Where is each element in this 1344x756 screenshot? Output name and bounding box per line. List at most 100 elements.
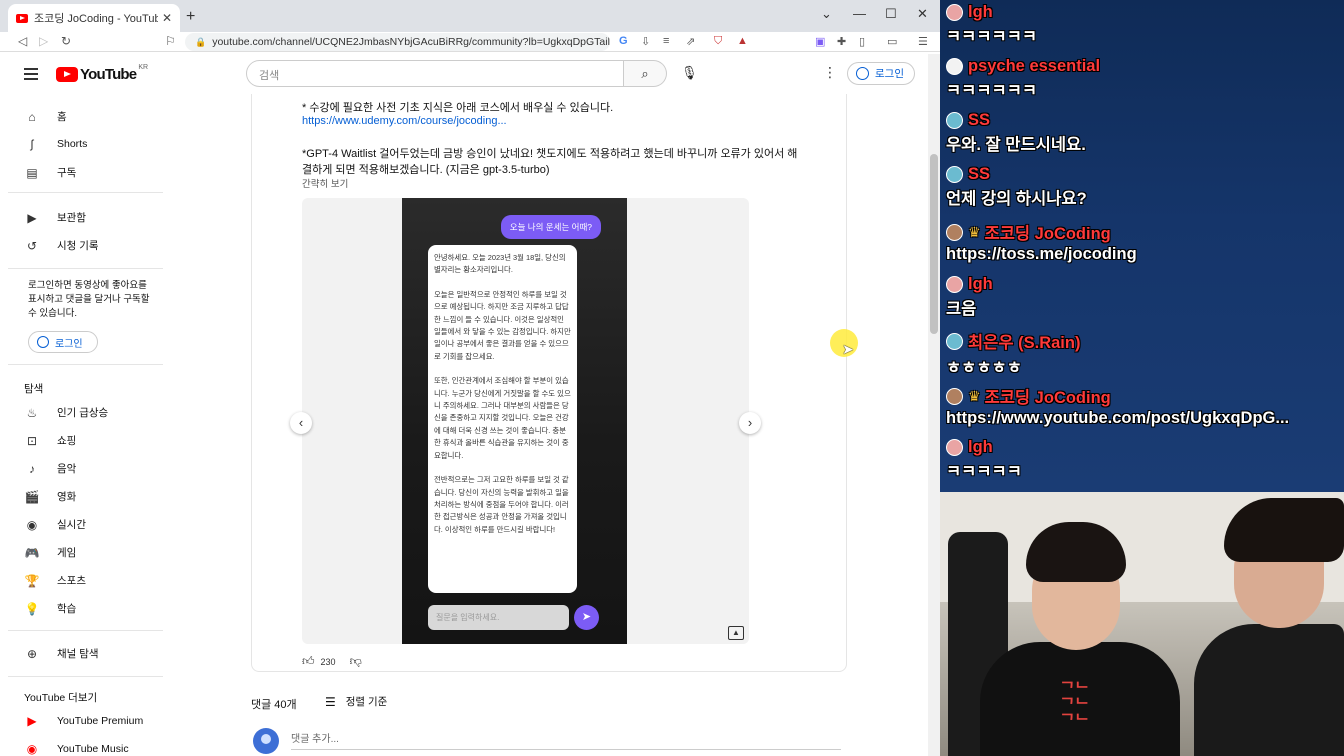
install-icon[interactable]: ⇩ [641, 35, 650, 48]
url-text: youtube.com/channel/UCQNE2JmbasNYbjGAcuB… [212, 36, 610, 48]
avatar [946, 387, 963, 405]
sidebar-login-button[interactable]: 로그인 [28, 331, 98, 353]
sidebar-item-library[interactable]: ▶ 보관함 [24, 210, 86, 225]
sidebar-item-browse-channels[interactable]: ⊕ 채널 탐색 [24, 646, 99, 661]
streamer-left: ᄀᄂ ᄀᄂ ᄀᄂ [980, 522, 1180, 756]
chat-message: lgh 크음 [946, 275, 993, 319]
sidebar-item-sports[interactable]: 🏆 스포츠 [24, 573, 86, 588]
tab-search-icon[interactable]: ⌄ [821, 6, 832, 22]
menu-icon[interactable]: ☰ [918, 35, 928, 48]
add-comment-input[interactable]: 댓글 추가... [291, 730, 841, 750]
logo-text: YouTube [80, 66, 137, 83]
sidebar-item-music[interactable]: ♪ 음악 [24, 461, 76, 476]
chat-user: 최은우 (S.Rain) [968, 334, 1081, 352]
sidebar-item-shorts[interactable]: ʃ Shorts [24, 137, 88, 151]
sort-button[interactable]: ☰ 정렬 기준 [325, 694, 387, 709]
search-button[interactable]: ⌕ [624, 60, 667, 87]
post-link[interactable]: https://www.udemy.com/course/jocoding... [302, 115, 507, 127]
sidebar-item-gaming[interactable]: 🎮 게임 [24, 545, 77, 560]
voice-search-icon[interactable]: 🎙 [681, 65, 698, 81]
sidebar-item-music-app[interactable]: ◉ YouTube Music [24, 742, 129, 756]
answer-bubble: 안녕하세요. 오늘 2023년 3월 18일, 당신의 별자리는 황소자리입니다… [428, 245, 577, 593]
minimize-button[interactable]: — [853, 6, 866, 21]
guide-menu-icon[interactable] [24, 68, 38, 80]
url-field[interactable]: 🔒 youtube.com/channel/UCQNE2JmbasNYbjGAc… [185, 33, 610, 51]
chat-user: lgh [968, 438, 993, 456]
search-input[interactable]: 검색 [246, 60, 624, 87]
google-icon[interactable]: G [619, 35, 628, 47]
show-less-link[interactable]: 간략히 보기 [302, 176, 348, 190]
close-window-button[interactable]: ✕ [917, 6, 928, 22]
sidebar-item-home[interactable]: ⌂ 홈 [24, 109, 66, 124]
reload-icon[interactable]: ↻ [61, 34, 71, 48]
browser-window: 조코딩 JoCoding - YouTube ✕ + ⌄ — ☐ ✕ ◁ ▷ ↻… [0, 0, 940, 756]
pointer-icon: ➤ [842, 341, 854, 357]
wallet-icon[interactable]: ▭ [887, 35, 897, 48]
sidebar-item-subscriptions[interactable]: ▤ 구독 [24, 165, 76, 180]
sidebar-item-movies[interactable]: 🎬 영화 [24, 489, 77, 504]
crown-icon: ♛ [968, 223, 981, 240]
sidebar-item-live[interactable]: ◉ 실시간 [24, 517, 86, 532]
browser-tab[interactable]: 조코딩 JoCoding - YouTube ✕ [8, 4, 180, 32]
chat-user: 조코딩 JoCoding [984, 389, 1111, 407]
stream-chat: lgh ㅋㅋㅋㅋㅋㅋ psyche essential ㅋㅋㅋㅋㅋㅋ SS 우와… [940, 0, 1344, 492]
share-icon[interactable]: ⇗ [686, 35, 695, 48]
sidebar-item-history[interactable]: ↺ 시청 기록 [24, 238, 99, 253]
avatar [946, 276, 963, 293]
extension-m-icon[interactable]: ▣ [815, 35, 825, 48]
live-icon: ◉ [26, 517, 38, 532]
extensions-icon[interactable]: ✚ [837, 35, 846, 48]
screen: 조코딩 JoCoding - YouTube ✕ + ⌄ — ☐ ✕ ◁ ▷ ↻… [0, 0, 1344, 756]
webcam-feed: ᄀᄂ ᄀᄂ ᄀᄂ [940, 492, 1344, 756]
answer-paragraph: 안녕하세요. 오늘 2023년 3월 18일, 당신의 별자리는 황소자리입니다… [434, 253, 566, 275]
dislike-icon[interactable]: 👎︎ [350, 654, 362, 669]
sidebar-item-shopping[interactable]: ⊡ 쇼핑 [24, 433, 76, 448]
back-icon[interactable]: ◁ [18, 34, 27, 48]
sidebar-item-label: YouTube Premium [57, 715, 144, 727]
login-button[interactable]: 로그인 [847, 62, 915, 85]
chat-user: lgh [968, 3, 993, 21]
address-bar: ◁ ▷ ↻ ⚐ 🔒 youtube.com/channel/UCQNE2Jmba… [0, 32, 940, 52]
carousel-prev-button[interactable]: ‹ [290, 412, 312, 434]
tab-bar: 조코딩 JoCoding - YouTube ✕ + ⌄ — ☐ ✕ [0, 0, 940, 32]
forward-icon[interactable]: ▷ [39, 34, 48, 48]
trending-icon: ♨ [26, 405, 38, 420]
maximize-button[interactable]: ☐ [885, 6, 897, 22]
sort-icon: ☰ [325, 694, 336, 709]
sidebar-item-trending[interactable]: ♨ 인기 급상승 [24, 405, 109, 420]
sidebar-item-label: 시청 기록 [57, 240, 99, 252]
login-label: 로그인 [55, 338, 83, 350]
rewards-icon[interactable]: ▲ [737, 35, 748, 47]
sidebar-icon[interactable]: ▯ [859, 35, 865, 48]
answer-paragraph: 전반적으로는 그저 고요한 하루를 보일 것 같습니다. 당신이 자신의 능력을… [434, 475, 569, 534]
music-icon: ♪ [29, 461, 35, 476]
youtube-play-icon [56, 67, 78, 82]
carousel-next-button[interactable]: › [739, 412, 761, 434]
avatar [946, 58, 963, 75]
new-tab-button[interactable]: + [186, 8, 195, 26]
chat-text: 언제 강의 하시나요? [946, 190, 1087, 208]
brave-shield-icon[interactable]: ⛉ [714, 35, 722, 48]
main-content: * 수강에 필요한 사전 기초 지식은 아래 코스에서 배우실 수 있습니다. … [165, 94, 928, 756]
like-icon[interactable]: 👍︎ [302, 654, 315, 669]
youtube-logo[interactable]: YouTube KR [56, 64, 148, 83]
image-icon[interactable]: ▲ [728, 626, 744, 640]
avatar [946, 166, 963, 183]
sidebar-item-premium[interactable]: ▶ YouTube Premium [24, 714, 143, 728]
sidebar-item-label: 쇼핑 [57, 435, 77, 447]
sports-icon: 🏆 [24, 573, 40, 588]
chat-message: SS 우와. 잘 만드시네요. [946, 111, 1086, 155]
tab-title: 조코딩 JoCoding - YouTube [34, 13, 158, 25]
close-tab-icon[interactable]: ✕ [162, 11, 172, 25]
sidebar-item-learning[interactable]: 💡 학습 [24, 601, 77, 616]
answer-paragraph: 오늘은 일반적으로 안정적인 하루를 보일 것으로 예상됩니다. 하지만 조금 … [434, 289, 571, 361]
scrollbar-thumb[interactable] [930, 154, 938, 334]
reader-icon[interactable]: ≡ [663, 35, 669, 47]
bookmark-icon[interactable]: ⚐ [165, 34, 176, 48]
question-bubble: 오늘 나의 운세는 어때? [500, 215, 601, 239]
page-scrollbar[interactable] [928, 54, 940, 756]
settings-menu-icon[interactable]: ⋮ [823, 64, 837, 81]
post-text-line: *GPT-4 Waitlist 걸어두었는데 금방 승인이 났네요! 챗도지에도… [302, 148, 798, 160]
account-icon [856, 67, 869, 80]
avatar [946, 4, 963, 21]
